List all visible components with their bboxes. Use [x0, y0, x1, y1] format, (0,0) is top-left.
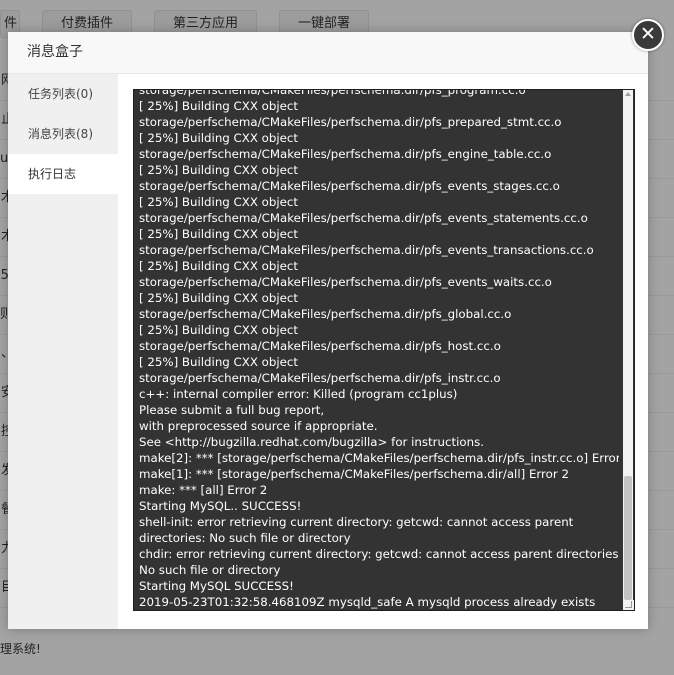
- log-line: [ 25%] Building CXX object: [139, 195, 299, 209]
- close-button[interactable]: ✕: [632, 19, 664, 51]
- log-line: [ 25%] Building CXX object: [139, 227, 299, 241]
- scroll-up-arrow-icon[interactable]: [625, 92, 631, 96]
- log-line: [ 25%] Building CXX object: [139, 131, 299, 145]
- log-line: make: *** [all] Error 2: [139, 483, 268, 497]
- resize-grip-icon[interactable]: [624, 600, 634, 610]
- log-line: [ 25%] Building CXX object: [139, 163, 299, 177]
- log-line: storage/perfschema/CMakeFiles/perfschema…: [139, 339, 501, 353]
- log-line: Starting MySQL SUCCESS!: [139, 579, 294, 593]
- scroll-thumb[interactable]: [624, 476, 632, 600]
- log-line: storage/perfschema/CMakeFiles/perfschema…: [139, 115, 562, 129]
- sidebar-item-task-list[interactable]: 任务列表(0): [8, 74, 118, 114]
- execution-log-textarea[interactable]: storage/perfschema/CMakeFiles/perfschema…: [133, 89, 635, 611]
- modal-sidebar: 任务列表(0) 消息列表(8) 执行日志: [8, 74, 118, 629]
- log-line: See <http://bugzilla.redhat.com/bugzilla…: [139, 435, 484, 449]
- message-box-modal: 消息盒子 ✕ 任务列表(0) 消息列表(8) 执行日志 storage/perf…: [8, 19, 664, 629]
- log-line: storage/perfschema/CMakeFiles/perfschema…: [139, 211, 588, 225]
- log-line: storage/perfschema/CMakeFiles/perfschema…: [139, 371, 501, 385]
- log-line: make[2]: *** [storage/perfschema/CMakeFi…: [139, 451, 619, 465]
- log-line: make[1]: *** [storage/perfschema/CMakeFi…: [139, 467, 569, 481]
- log-lines: storage/perfschema/CMakeFiles/perfschema…: [139, 90, 619, 610]
- close-icon: ✕: [640, 23, 656, 45]
- log-line: directories: No such file or directory: [139, 531, 351, 545]
- log-line: storage/perfschema/CMakeFiles/perfschema…: [139, 179, 560, 193]
- log-line: storage/perfschema/CMakeFiles/perfschema…: [139, 307, 512, 321]
- log-line: No such file or directory: [139, 563, 281, 577]
- log-line: storage/perfschema/CMakeFiles/perfschema…: [139, 147, 552, 161]
- sidebar-item-message-list[interactable]: 消息列表(8): [8, 114, 118, 154]
- log-line: [ 25%] Building CXX object: [139, 323, 299, 337]
- log-line: with preprocessed source if appropriate.: [139, 419, 378, 433]
- log-line: chdir: error retrieving current director…: [139, 547, 619, 561]
- log-line: storage/perfschema/CMakeFiles/perfschema…: [139, 275, 552, 289]
- log-line: Starting MySQL.. SUCCESS!: [139, 499, 302, 513]
- modal-title: 消息盒子: [8, 32, 648, 74]
- sidebar-item-execution-log[interactable]: 执行日志: [8, 154, 118, 194]
- log-line: storage/perfschema/CMakeFiles/perfschema…: [139, 243, 594, 257]
- log-content: storage/perfschema/CMakeFiles/perfschema…: [139, 90, 619, 610]
- log-line: [ 25%] Building CXX object: [139, 259, 299, 273]
- log-line: [ 25%] Building CXX object: [139, 99, 299, 113]
- log-line: Please submit a full bug report,: [139, 403, 325, 417]
- log-line: 2019-05-23T01:32:58.468109Z mysqld_safe …: [139, 595, 596, 609]
- log-line: c++: internal compiler error: Killed (pr…: [139, 387, 458, 401]
- log-scrollbar[interactable]: [623, 90, 633, 610]
- log-line: shell-init: error retrieving current dir…: [139, 515, 574, 529]
- log-line: [ 25%] Building CXX object: [139, 355, 299, 369]
- log-line: [ 25%] Building CXX object: [139, 291, 299, 305]
- log-line: storage/perfschema/CMakeFiles/perfschema…: [139, 90, 526, 97]
